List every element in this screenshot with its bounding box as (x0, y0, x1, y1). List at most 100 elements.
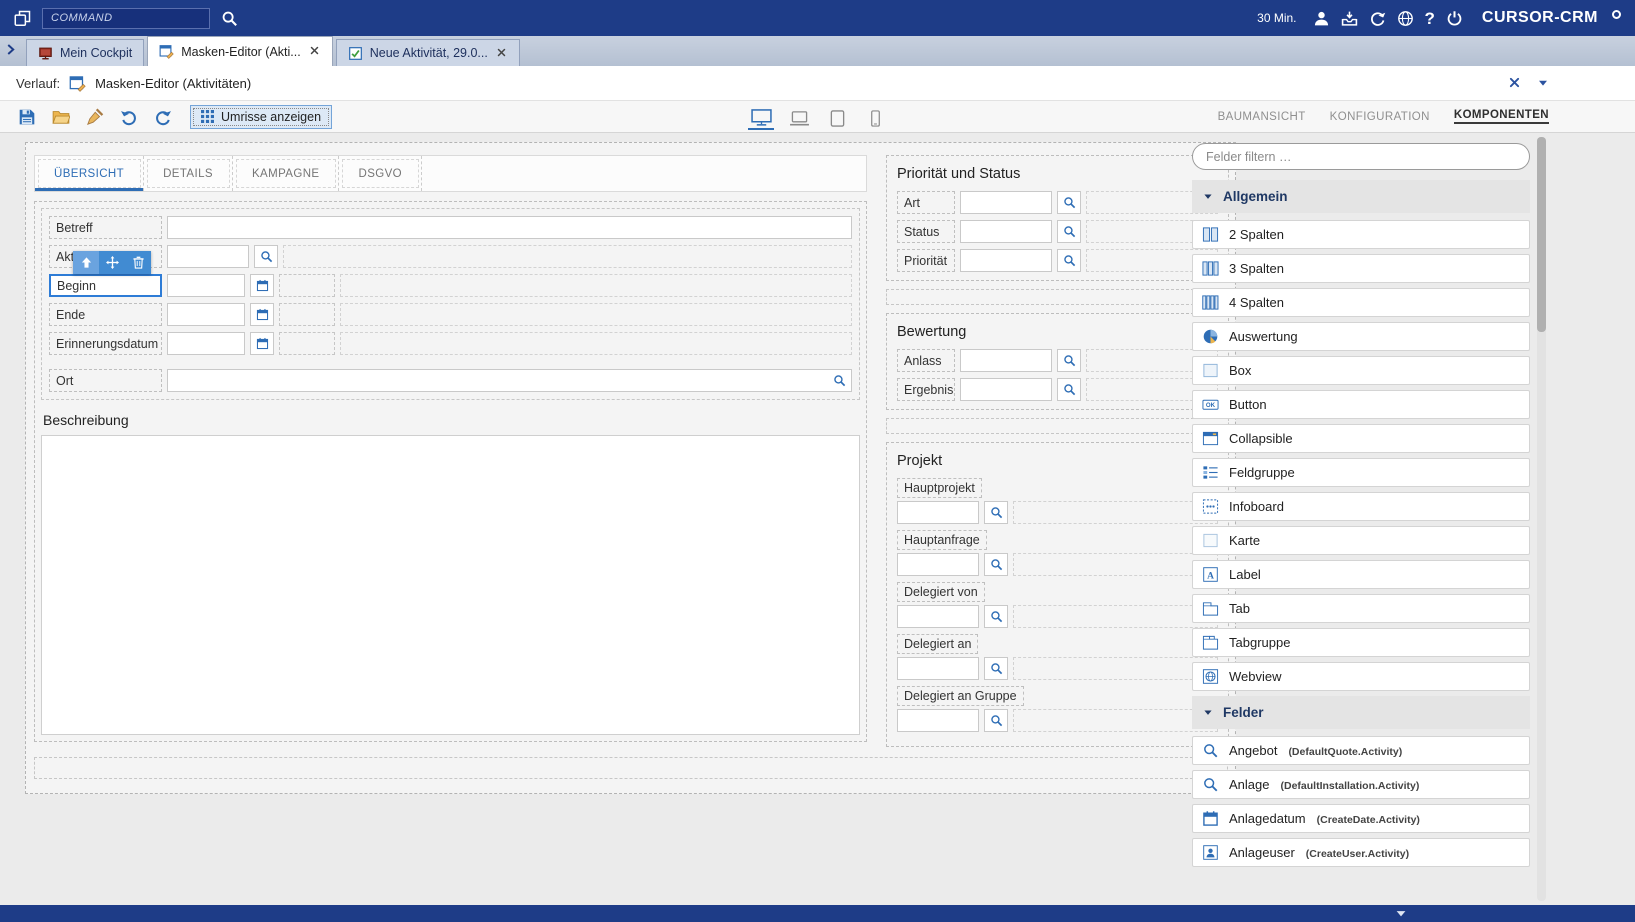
field-input-aktivitaet-mit[interactable] (167, 245, 249, 268)
move-up-button[interactable] (73, 251, 99, 274)
open-button[interactable] (48, 104, 74, 130)
close-icon[interactable] (1509, 77, 1522, 90)
field-input[interactable] (960, 378, 1052, 401)
component-item[interactable]: Button (1192, 390, 1530, 419)
field-label-betreff[interactable]: Betreff (49, 216, 162, 239)
tab-masken-editor[interactable]: Masken-Editor (Akti... (147, 36, 332, 66)
lookup-button[interactable] (984, 501, 1008, 524)
component-item[interactable]: Angebot (DefaultQuote.Activity) (1192, 736, 1530, 765)
component-item[interactable]: Infoboard (1192, 492, 1530, 521)
component-item[interactable]: Karte (1192, 526, 1530, 555)
field-input-beginn[interactable] (167, 274, 245, 297)
form-tab-details[interactable]: DETAILS (144, 156, 233, 191)
field-input[interactable] (897, 501, 979, 524)
undo-button[interactable] (116, 104, 142, 130)
search-icon[interactable] (221, 10, 238, 27)
component-item[interactable]: 4 Spalten (1192, 288, 1530, 317)
section-header-allgemein[interactable]: Allgemein (1192, 180, 1530, 213)
calendar-button[interactable] (250, 303, 274, 326)
component-filter-input[interactable] (1192, 143, 1530, 170)
field-input[interactable] (897, 657, 979, 680)
component-item[interactable]: Anlage (DefaultInstallation.Activity) (1192, 770, 1530, 799)
field-label-erinnerungsdatum[interactable]: Erinnerungsdatum (49, 332, 162, 355)
move-button[interactable] (99, 251, 125, 274)
device-phone-button[interactable] (862, 103, 888, 130)
device-tablet-button[interactable] (824, 103, 850, 130)
lookup-button[interactable] (1057, 220, 1081, 243)
component-item[interactable]: 3 Spalten (1192, 254, 1530, 283)
inbox-icon[interactable] (1341, 10, 1358, 27)
component-item[interactable]: Auswertung (1192, 322, 1530, 351)
component-item[interactable]: Webview (1192, 662, 1530, 691)
command-input[interactable] (42, 8, 210, 29)
redo-button[interactable] (150, 104, 176, 130)
delete-button[interactable] (125, 251, 151, 274)
lookup-button[interactable] (254, 245, 278, 268)
field-input-ende[interactable] (167, 303, 245, 326)
field-label[interactable]: Status (897, 220, 955, 243)
scroll-down-icon[interactable] (1395, 908, 1407, 919)
component-item[interactable]: Box (1192, 356, 1530, 385)
device-desktop-button[interactable] (748, 103, 774, 130)
form-tab-kampagne[interactable]: KAMPAGNE (233, 156, 340, 191)
tab-neue-aktivitaet[interactable]: Neue Aktivität, 29.0... (336, 39, 520, 66)
clean-button[interactable] (82, 104, 108, 130)
component-item[interactable]: Collapsible (1192, 424, 1530, 453)
close-tab-icon[interactable] (497, 48, 508, 59)
field-label[interactable]: Delegiert von (897, 582, 985, 602)
field-label-ort[interactable]: Ort (49, 369, 162, 392)
tabbar-overflow-icon[interactable] (6, 42, 26, 60)
calendar-button[interactable] (250, 332, 274, 355)
field-input[interactable] (960, 220, 1052, 243)
lookup-button[interactable] (984, 553, 1008, 576)
field-input[interactable] (960, 249, 1052, 272)
lookup-button[interactable] (1057, 349, 1081, 372)
field-label[interactable]: Ergebnis (897, 378, 955, 401)
calendar-button[interactable] (250, 274, 274, 297)
field-input-ort[interactable] (167, 369, 852, 392)
lookup-button[interactable] (1057, 191, 1081, 214)
help-button[interactable]: ? (1425, 10, 1435, 27)
field-label-ende[interactable]: Ende (49, 303, 162, 326)
field-label[interactable]: Priorität (897, 249, 955, 272)
nav-komponenten[interactable]: KOMPONENTEN (1454, 109, 1549, 124)
tab-mein-cockpit[interactable]: Mein Cockpit (26, 39, 144, 66)
field-label[interactable]: Anlass (897, 349, 955, 372)
field-input-betreff[interactable] (167, 216, 852, 239)
scrollbar-thumb[interactable] (1537, 137, 1546, 332)
component-item[interactable]: 2 Spalten (1192, 220, 1530, 249)
field-input[interactable] (960, 191, 1052, 214)
device-laptop-button[interactable] (786, 103, 812, 130)
field-textarea-beschreibung[interactable] (41, 435, 860, 735)
field-label[interactable]: Delegiert an (897, 634, 978, 654)
field-input[interactable] (897, 553, 979, 576)
lookup-button[interactable] (1057, 249, 1081, 272)
form-tab-uebersicht[interactable]: ÜBERSICHT (35, 156, 144, 191)
field-label-beginn[interactable]: Beginn (49, 274, 162, 297)
field-label[interactable]: Art (897, 191, 955, 214)
form-tab-dsgvo[interactable]: DSGVO (339, 156, 422, 191)
field-label[interactable]: Hauptprojekt (897, 478, 982, 498)
component-item[interactable]: Anlageuser (CreateUser.Activity) (1192, 838, 1530, 867)
refresh-icon[interactable] (1369, 10, 1386, 27)
globe-icon[interactable] (1397, 10, 1414, 27)
nav-konfiguration[interactable]: KONFIGURATION (1330, 111, 1430, 123)
lookup-button[interactable] (984, 657, 1008, 680)
component-item[interactable]: Feldgruppe (1192, 458, 1530, 487)
field-label[interactable]: Delegiert an Gruppe (897, 686, 1024, 706)
field-label[interactable]: Hauptanfrage (897, 530, 987, 550)
component-item[interactable]: Anlagedatum (CreateDate.Activity) (1192, 804, 1530, 833)
component-item[interactable]: Label (1192, 560, 1530, 589)
chevron-down-icon[interactable] (1537, 78, 1549, 88)
lookup-button[interactable] (984, 605, 1008, 628)
save-button[interactable] (14, 104, 40, 130)
close-tab-icon[interactable] (310, 46, 321, 57)
nav-baumansicht[interactable]: BAUMANSICHT (1218, 111, 1306, 123)
lookup-button[interactable] (984, 709, 1008, 732)
components-scrollbar[interactable] (1537, 137, 1546, 901)
user-icon[interactable] (1313, 10, 1330, 27)
outline-toggle-button[interactable]: Umrisse anzeigen (190, 105, 332, 129)
field-input-erinnerungsdatum[interactable] (167, 332, 245, 355)
field-input[interactable] (960, 349, 1052, 372)
editor-canvas[interactable]: ÜBERSICHT DETAILS KAMPAGNE DSGVO Betreff… (25, 142, 1236, 794)
